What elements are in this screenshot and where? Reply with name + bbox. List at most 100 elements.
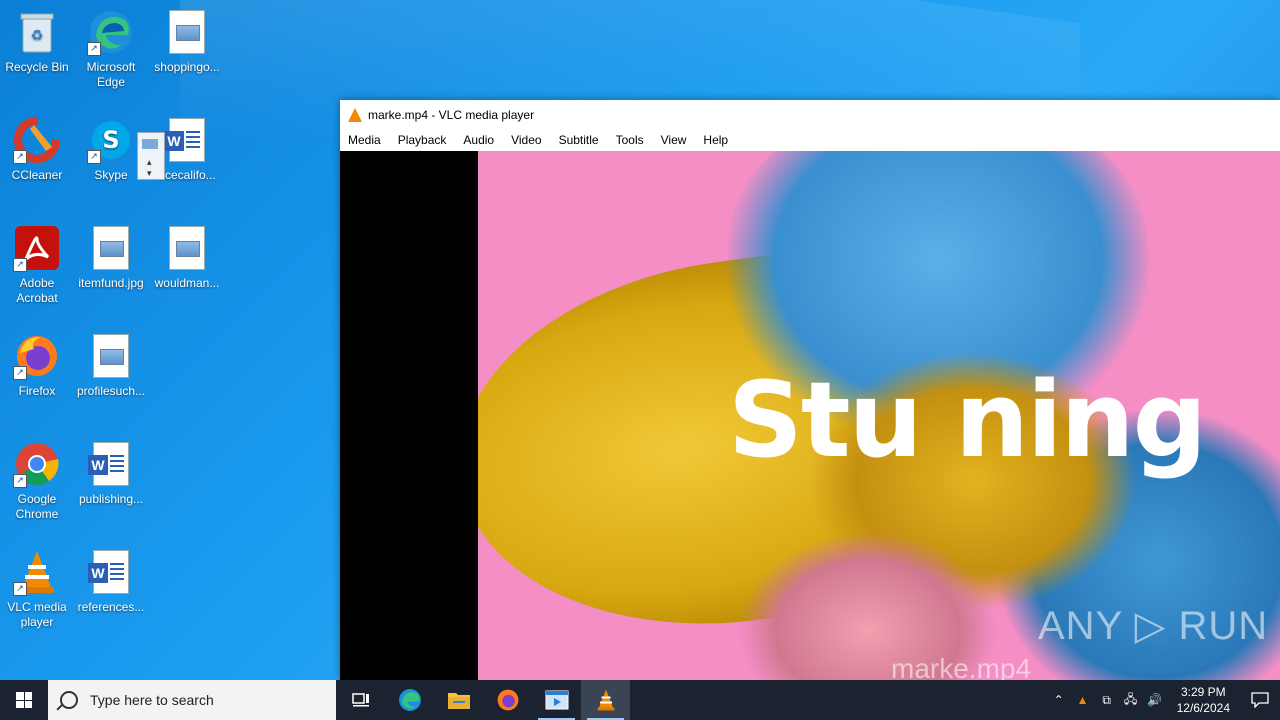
task-view-icon [351,693,369,707]
anyrun-watermark: ANY ▷ RUN [1038,604,1269,648]
folder-icon [447,693,470,709]
network-icon[interactable]: 🖧 [1119,690,1143,711]
desktop-icon-google-chrome[interactable]: ↗ Google Chrome [0,440,74,522]
microsoft-edge-icon: ↗ [87,8,135,56]
menu-tools[interactable]: Tools [616,133,644,147]
adobe-acrobat-icon: ↗ [13,224,61,272]
desktop-icon-publishing[interactable]: W publishing... [74,440,148,507]
menu-media[interactable]: Media [348,133,381,147]
window-title: marke.mp4 - VLC media player [368,107,535,122]
shortcut-arrow-icon: ↗ [13,258,27,272]
ccleaner-icon: ↗ [13,116,61,164]
desktop-icon-label: wouldman... [154,276,220,290]
firefox-icon [497,689,518,711]
spinner-arrows-icon[interactable]: ▴ ▾ [147,157,152,179]
desktop-icon-label: profilesuch... [76,384,146,398]
clock-time: 3:29 PM [1180,685,1226,699]
desktop-icon-shoppingo[interactable]: shoppingo... [150,8,224,75]
word-document-icon: W [87,548,135,596]
image-file-icon [163,8,211,56]
notification-center-button[interactable] [1240,680,1280,720]
notification-icon [1251,692,1269,708]
desktop-icon-label: Firefox [18,384,56,398]
desktop-icon-vlc-media-player[interactable]: ↗ VLC media player [0,548,74,630]
vlc-tray-icon[interactable]: ▲ [1071,693,1095,707]
shortcut-arrow-icon: ↗ [87,42,101,56]
floating-mini-window[interactable]: ▴ ▾ [137,132,165,180]
taskbar-edge[interactable] [385,680,434,720]
word-document-icon: W [87,440,135,488]
vlc-window[interactable]: marke.mp4 - VLC media player Media Playb… [340,100,1280,680]
video-frame: Stu ning ANY ▷ RUN marke.mp4 [478,151,1280,680]
taskbar-clock[interactable]: 3:29 PM 12/6/2024 [1167,684,1240,716]
video-filename-overlay: marke.mp4 [891,653,1032,680]
image-file-icon [163,224,211,272]
search-icon [60,691,78,709]
menu-subtitle[interactable]: Subtitle [559,133,599,147]
desktop-icon-label: shoppingo... [154,60,220,74]
desktop-icon-firefox[interactable]: ↗ Firefox [0,332,74,399]
desktop-icon-label: VLC media player [7,600,67,629]
video-area[interactable]: Stu ning ANY ▷ RUN marke.mp4 [340,151,1280,680]
menu-audio[interactable]: Audio [463,133,494,147]
vlc-cone-icon [597,689,614,711]
taskbar: Type here to search ⌃ ▲ ⧉ 🖧 🔊 3:29 PM 12… [0,680,1280,720]
video-overlay-text: Stu ning [728,359,1207,481]
desktop-icon-label: Recycle Bin [5,60,69,74]
search-placeholder: Type here to search [90,692,214,708]
desktop-icon-label: itemfund.jpg [78,276,144,290]
google-chrome-icon: ↗ [13,440,61,488]
shortcut-arrow-icon: ↗ [13,366,27,380]
desktop-icon-wouldman[interactable]: wouldman... [150,224,224,291]
media-window-icon [545,690,568,710]
svg-text:S: S [102,126,119,154]
desktop-icon-label: references... [77,600,145,614]
desktop-icon-label: Microsoft Edge [86,60,136,89]
mini-window-icon [142,139,158,149]
taskbar-firefox[interactable] [483,680,532,720]
desktop-icon-label: Google Chrome [15,492,59,521]
desktop-icon-label: CCleaner [11,168,63,182]
taskbar-vlc[interactable] [581,680,630,720]
taskbar-file-explorer[interactable] [434,680,483,720]
image-file-icon [87,332,135,380]
desktop-icon-microsoft-edge[interactable]: ↗ Microsoft Edge [74,8,148,90]
volume-icon[interactable]: 🔊 [1143,693,1167,707]
shortcut-arrow-icon: ↗ [87,150,101,164]
image-file-icon [87,224,135,272]
desktop-icon-recycle-bin[interactable]: ♻ Recycle Bin [0,8,74,75]
skype-icon: S ↗ [87,116,135,164]
word-document-icon: W [163,116,211,164]
desktop-icon-label: publishing... [78,492,144,506]
system-tray: ⌃ ▲ ⧉ 🖧 🔊 3:29 PM 12/6/2024 [1047,680,1280,720]
vlc-cone-icon: ↗ [13,548,61,596]
desktop-icon-itemfund[interactable]: itemfund.jpg [74,224,148,291]
vlc-title-bar[interactable]: marke.mp4 - VLC media player [340,100,1280,129]
menu-playback[interactable]: Playback [398,133,447,147]
start-button[interactable] [0,680,48,720]
device-tray-icon[interactable]: ⧉ [1095,693,1119,708]
firefox-icon: ↗ [13,332,61,380]
desktop-icon-profilesuch[interactable]: profilesuch... [74,332,148,399]
windows-logo-icon [16,692,32,708]
taskbar-media-app[interactable] [532,680,581,720]
vlc-cone-icon [348,107,362,122]
shortcut-arrow-icon: ↗ [13,474,27,488]
menu-view[interactable]: View [661,133,687,147]
desktop-icon-ccleaner[interactable]: ↗ CCleaner [0,116,74,183]
desktop-icon-adobe-acrobat[interactable]: ↗ Adobe Acrobat [0,224,74,306]
desktop-icon-label: Adobe Acrobat [16,276,58,305]
clock-date: 12/6/2024 [1176,701,1230,715]
microsoft-edge-icon [398,689,421,711]
taskbar-search-box[interactable]: Type here to search [48,680,336,720]
recycle-bin-icon: ♻ [13,8,61,56]
shortcut-arrow-icon: ↗ [13,150,27,164]
svg-text:♻: ♻ [31,27,44,43]
vlc-menu-bar: Media Playback Audio Video Subtitle Tool… [340,129,1280,151]
shortcut-arrow-icon: ↗ [13,582,27,596]
menu-video[interactable]: Video [511,133,541,147]
menu-help[interactable]: Help [703,133,728,147]
desktop-icon-references[interactable]: W references... [74,548,148,615]
show-hidden-icons-chevron-icon[interactable]: ⌃ [1047,693,1071,707]
task-view-button[interactable] [336,680,385,720]
